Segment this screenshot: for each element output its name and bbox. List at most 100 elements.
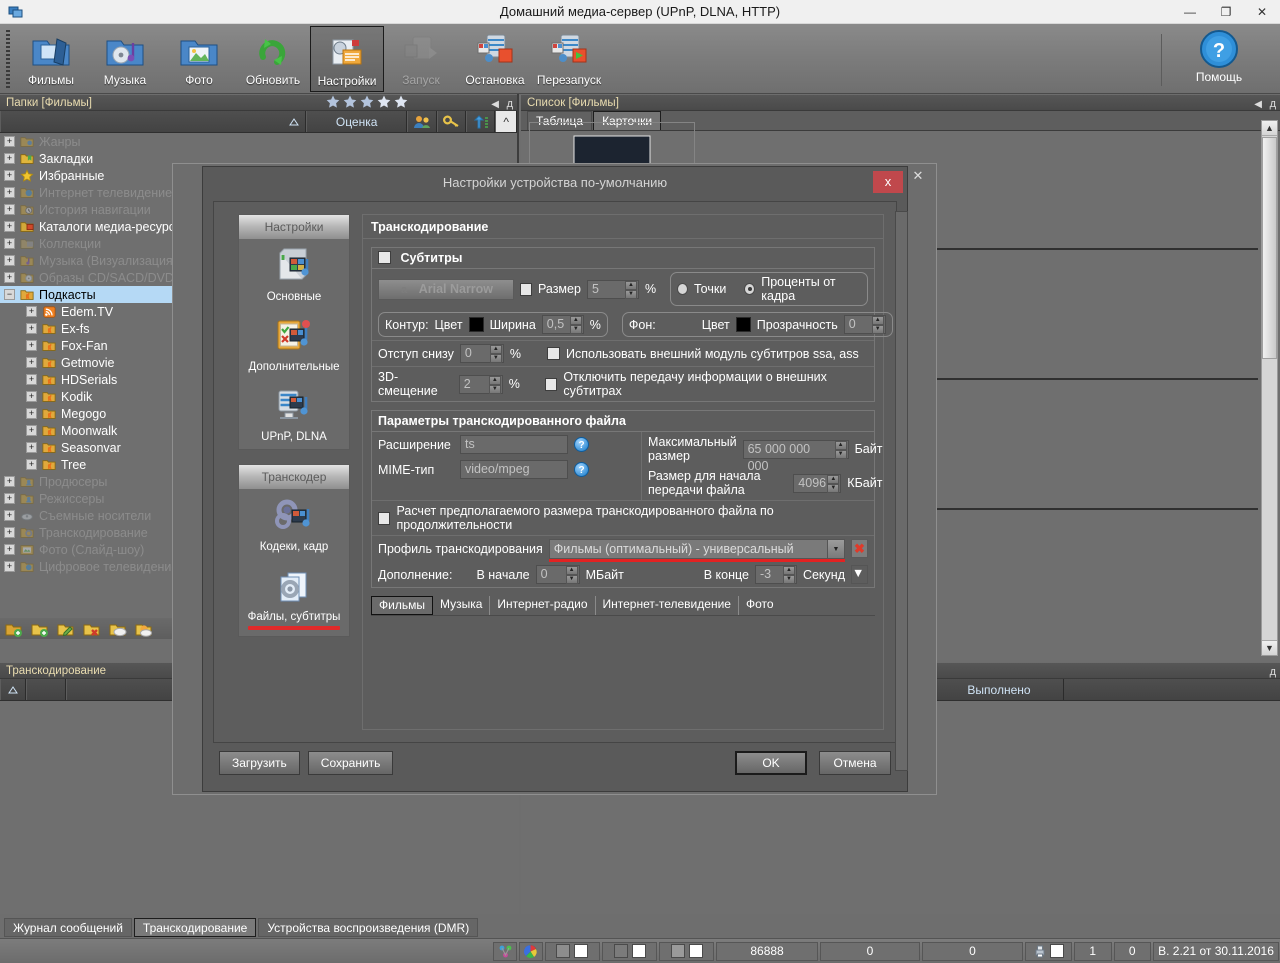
tree-expander[interactable]: + [4, 238, 15, 249]
col-name[interactable] [0, 111, 306, 132]
swatch-light[interactable] [574, 944, 588, 958]
cards-vertical-scrollbar[interactable]: ▲ ▼ [1261, 120, 1278, 656]
scroll-down-button[interactable]: ▼ [1262, 640, 1277, 655]
help-question-icon[interactable]: ? [574, 437, 589, 452]
swatch-dark[interactable] [614, 944, 628, 958]
spin-down-icon[interactable]: ▼ [566, 575, 578, 584]
spin-up-icon[interactable]: ▲ [872, 316, 884, 325]
weather-folder-icon[interactable] [135, 621, 153, 637]
load-button[interactable]: Загрузить [219, 751, 300, 775]
bottom-tab-transcoding[interactable]: Транскодирование [134, 918, 256, 937]
padding-start-spinner[interactable]: 0 ▲▼ [536, 565, 580, 584]
spinner-arrows[interactable]: ▲▼ [625, 281, 637, 298]
add-folder-icon[interactable] [31, 621, 49, 637]
swatch-pair-2[interactable] [602, 942, 657, 961]
tree-expander[interactable]: + [26, 323, 37, 334]
font-select-button[interactable]: a Arial Narrow [378, 279, 514, 300]
collapse-arrow-icon[interactable]: ◀ [491, 96, 499, 113]
dtab-internet-radio[interactable]: Интернет-радио [490, 596, 595, 615]
dtab-music[interactable]: Музыка [433, 596, 490, 615]
col-key[interactable] [437, 111, 466, 132]
swatch-pair-3[interactable] [659, 942, 714, 961]
pin-icon[interactable]: д [507, 96, 513, 113]
cancel-button[interactable]: Отмена [819, 751, 891, 775]
nav-item-extra[interactable]: Дополнительные [239, 309, 349, 379]
size-enable-checkbox[interactable] [520, 283, 532, 296]
spin-up-icon[interactable]: ▲ [490, 345, 502, 354]
chevron-down-icon[interactable]: ▼ [827, 540, 844, 558]
tree-expander[interactable]: + [26, 306, 37, 317]
tree-expander[interactable]: + [26, 374, 37, 385]
swatch-light[interactable] [689, 944, 703, 958]
delete-folder-icon[interactable] [83, 621, 101, 637]
maximize-button[interactable]: ❐ [1208, 0, 1244, 24]
outer-dialog-close-icon[interactable]: ✕ [907, 164, 929, 188]
tree-expander[interactable]: + [26, 425, 37, 436]
edit-folder-icon[interactable] [57, 621, 75, 637]
pin-icon[interactable]: д [1270, 664, 1276, 681]
tree-expander[interactable]: + [26, 459, 37, 470]
spinner-arrows[interactable]: ▲▼ [872, 316, 884, 333]
add-media-resource-icon[interactable] [5, 621, 23, 637]
tree-expander[interactable]: + [4, 493, 15, 504]
spin-down-icon[interactable]: ▼ [489, 385, 501, 394]
nav-item-files-subtitles[interactable]: Файлы, субтитры [239, 559, 349, 636]
network-icon[interactable] [493, 942, 517, 961]
max-size-spinner[interactable]: 65 000 000 000 ▲▼ [743, 440, 849, 459]
spinner-arrows[interactable]: ▲▼ [489, 376, 501, 393]
tree-expander[interactable]: + [4, 510, 15, 521]
rating-stars[interactable] [325, 94, 409, 110]
spinner-arrows[interactable]: ▲▼ [827, 475, 839, 492]
spin-up-icon[interactable]: ▲ [835, 441, 847, 450]
tree-expander[interactable]: + [4, 136, 15, 147]
toolbar-button-movies[interactable]: Фильмы [14, 26, 88, 92]
printer-cell[interactable] [1025, 942, 1072, 961]
padding-end-spinner[interactable]: -3 ▲▼ [755, 565, 797, 584]
disable-external-info-checkbox[interactable] [545, 378, 557, 391]
tree-expander[interactable]: + [26, 442, 37, 453]
background-color-swatch[interactable] [736, 317, 751, 332]
ok-button[interactable]: OK [735, 751, 807, 775]
spin-up-icon[interactable]: ▲ [625, 281, 637, 290]
external-module-checkbox[interactable] [547, 347, 560, 360]
swatch-pair-1[interactable] [545, 942, 600, 961]
tree-expander[interactable]: + [4, 204, 15, 215]
profile-delete-button[interactable]: ✖ [851, 539, 868, 558]
bottom-offset-spinner[interactable]: 0 ▲▼ [460, 344, 504, 363]
tree-expander[interactable]: + [4, 187, 15, 198]
dialog-close-button[interactable]: x [873, 171, 903, 193]
spin-down-icon[interactable]: ▼ [490, 354, 502, 363]
toolbar-button-music[interactable]: Музыка [88, 26, 162, 92]
spinner-arrows[interactable]: ▲▼ [570, 316, 582, 333]
tree-expander[interactable]: + [4, 476, 15, 487]
spin-down-icon[interactable]: ▼ [835, 450, 847, 459]
swatch-dark[interactable] [671, 944, 685, 958]
col-done[interactable]: Выполнено [934, 679, 1064, 700]
toolbar-button-restart[interactable]: Перезапуск [532, 26, 606, 92]
background-alpha-spinner[interactable]: 0 ▲▼ [844, 315, 886, 334]
toolbar-button-photo[interactable]: Фото [162, 26, 236, 92]
spin-up-icon[interactable]: ▲ [570, 316, 582, 325]
spinner-arrows[interactable]: ▲▼ [783, 566, 795, 583]
dtab-movies[interactable]: Фильмы [371, 596, 433, 615]
bottom-tab-dmr[interactable]: Устройства воспроизведения (DMR) [258, 918, 478, 937]
size-spinner[interactable]: 5 ▲▼ [587, 280, 639, 299]
spin-down-icon[interactable]: ▼ [570, 325, 582, 334]
spin-down-icon[interactable]: ▼ [625, 290, 637, 299]
outline-width-spinner[interactable]: 0,5 ▲▼ [542, 315, 584, 334]
tree-expander[interactable]: + [4, 255, 15, 266]
dtab-internet-tv[interactable]: Интернет-телевидение [596, 596, 739, 615]
padding-end-unit-dropdown[interactable]: ▼ [851, 565, 868, 584]
spinner-arrows[interactable]: ▲▼ [835, 441, 847, 458]
nav-item-basic[interactable]: Основные [239, 239, 349, 309]
tree-expander[interactable]: + [26, 408, 37, 419]
minimize-button[interactable]: — [1172, 0, 1208, 24]
mime-input[interactable]: video/mpeg [460, 460, 568, 479]
close-button[interactable]: ✕ [1244, 0, 1280, 24]
toolbar-button-stop[interactable]: Остановка [458, 26, 532, 92]
subtitles-enable-checkbox[interactable] [378, 251, 391, 264]
spin-down-icon[interactable]: ▼ [827, 484, 839, 493]
toolbar-button-settings[interactable]: Настройки [310, 26, 384, 92]
printer-swatch[interactable] [1050, 944, 1064, 958]
col-people[interactable] [407, 111, 436, 132]
